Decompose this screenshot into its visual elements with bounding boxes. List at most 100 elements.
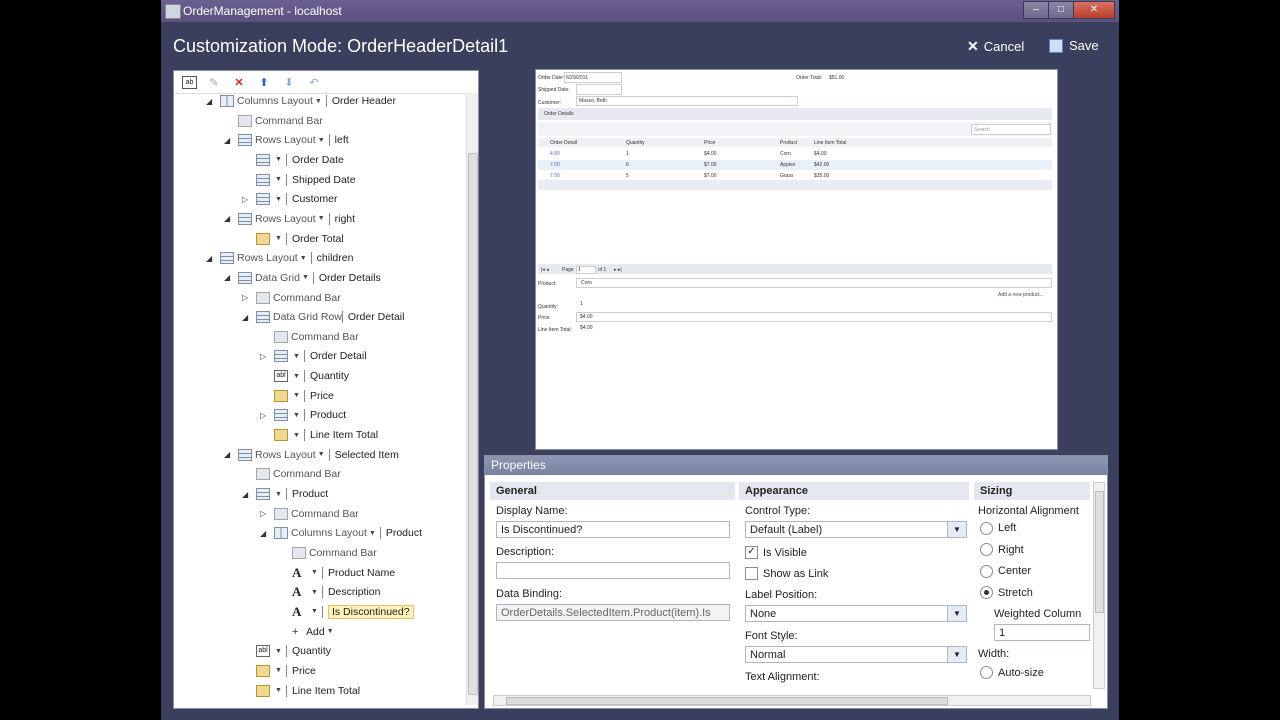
cancel-button[interactable]: ✕ Cancel [967, 38, 1024, 55]
chevron-down-icon[interactable]: ▼ [293, 412, 300, 419]
chevron-down-icon[interactable]: ▼ [318, 215, 325, 222]
expand-icon[interactable]: ▷ [260, 352, 270, 361]
tree-node[interactable]: Command Bar [224, 112, 323, 130]
tree-node[interactable]: ▼ Price [242, 662, 316, 680]
chevron-down-icon[interactable]: ▼ [311, 608, 318, 615]
data-binding-field[interactable]: OrderDetails.SelectedItem.Product(item).… [496, 604, 730, 621]
label-position-select[interactable]: None ▼ [745, 605, 967, 622]
tree-node[interactable]: ▷ ▼ Customer [242, 190, 337, 208]
description-field[interactable] [496, 562, 730, 579]
tree-scrollbar[interactable] [466, 93, 478, 705]
tree-node[interactable]: A ▼ Description [278, 583, 380, 601]
chevron-down-icon[interactable]: ▼ [275, 176, 282, 183]
expand-icon[interactable]: ▷ [242, 195, 252, 204]
display-name-field[interactable]: Is Discontinued? [496, 521, 730, 538]
chevron-down-icon[interactable]: ▼ [293, 432, 300, 439]
properties-hscroll[interactable] [493, 695, 1091, 706]
separator [325, 95, 327, 107]
save-button[interactable]: Save [1049, 38, 1099, 53]
tree-node[interactable]: Command Bar [278, 544, 377, 562]
align-center-radio[interactable] [980, 565, 993, 578]
chevron-down-icon[interactable]: ▼ [300, 255, 307, 262]
chevron-down-icon[interactable]: ▼ [311, 589, 318, 596]
tree-node[interactable]: A ▼ Is Discontinued? [278, 603, 414, 621]
move-down-icon[interactable]: ⬇ [281, 75, 297, 89]
collapse-icon[interactable]: ◢ [224, 136, 234, 145]
chevron-down-icon[interactable]: ▼ [275, 667, 282, 674]
tree-node[interactable]: ▷ ▼ Order Detail [260, 347, 367, 365]
expand-icon[interactable]: ▷ [242, 293, 252, 302]
control-type-select[interactable]: Default (Label) ▼ [745, 521, 967, 538]
chevron-down-icon[interactable]: ▼ [293, 373, 300, 380]
tree-node[interactable]: Command Bar [242, 465, 341, 483]
chevron-down-icon[interactable]: ▼ [311, 569, 318, 576]
tree-node[interactable]: ▼ Shipped Date [242, 171, 356, 189]
undo-icon[interactable]: ↶ [306, 75, 322, 89]
tree-node[interactable]: ▼ Price [260, 387, 334, 405]
tree-node[interactable]: ◢ Rows Layout ▼ children [206, 249, 353, 267]
auto-size-radio[interactable] [980, 666, 993, 679]
edit-icon[interactable]: ✎ [206, 75, 222, 89]
collapse-icon[interactable]: ◢ [242, 490, 252, 499]
is-visible-checkbox[interactable]: ✓ [745, 546, 758, 559]
font-style-select[interactable]: Normal ▼ [745, 646, 967, 663]
tree-node[interactable]: ▷ Command Bar [242, 289, 341, 307]
collapse-icon[interactable]: ◢ [224, 214, 234, 223]
tree-node[interactable]: ◢ Data Grid Row Order Detail [242, 308, 404, 326]
add-icon[interactable]: ab [182, 75, 197, 89]
tree-node[interactable]: abl ▼ Quantity [242, 642, 331, 660]
chevron-down-icon[interactable]: ▼ [327, 628, 334, 635]
properties-vscroll[interactable] [1093, 482, 1105, 689]
chevron-down-icon[interactable]: ▼ [293, 353, 300, 360]
tree-node[interactable]: ▼ Order Date [242, 151, 344, 169]
tree-node[interactable]: ▷ ▼ Product [260, 406, 346, 424]
expand-icon[interactable]: ▷ [260, 509, 270, 518]
collapse-icon[interactable]: ◢ [224, 273, 234, 282]
tree-node[interactable]: ◢ Data Grid ▼ Order Details [224, 269, 381, 287]
tree-node[interactable]: Command Bar [260, 328, 359, 346]
chevron-down-icon[interactable]: ▼ [275, 235, 282, 242]
chevron-down-icon[interactable]: ▼ [302, 274, 309, 281]
tree-node[interactable]: ◢ Rows Layout ▼ Selected Item [224, 446, 399, 464]
expand-icon[interactable]: ▷ [260, 411, 270, 420]
align-right-radio[interactable] [980, 543, 993, 556]
align-left-radio[interactable] [980, 522, 993, 535]
move-up-icon[interactable]: ⬆ [256, 75, 272, 89]
chevron-down-icon[interactable]: ▼ [318, 137, 325, 144]
tree-node[interactable]: ◢ ▼ Product [242, 485, 328, 503]
preview-add-new-link[interactable]: Add a new product... [998, 292, 1044, 298]
tree-node[interactable]: ◢ Rows Layout ▼ left [224, 131, 349, 149]
tree-node[interactable]: ▼ Line Item Total [260, 426, 378, 444]
chevron-down-icon[interactable]: ▼ [275, 156, 282, 163]
collapse-icon[interactable]: ◢ [206, 254, 216, 263]
tree-node[interactable]: ▼ Order Total [242, 230, 344, 248]
minimize-button[interactable]: – [1023, 1, 1049, 19]
tree-node[interactable]: ▷ Command Bar [260, 505, 359, 523]
tree-node[interactable]: + Add ▼ [278, 623, 338, 641]
tree-toolbar: ab ✎ ✕ ⬆ ⬇ ↶ [174, 71, 478, 94]
collapse-icon[interactable]: ◢ [224, 450, 234, 459]
chevron-down-icon[interactable]: ▼ [315, 98, 322, 105]
tree-node[interactable]: A ▼ Product Name [278, 564, 395, 582]
chevron-down-icon[interactable]: ▼ [318, 451, 325, 458]
collapse-icon[interactable]: ◢ [206, 97, 216, 106]
show-as-link-checkbox[interactable] [745, 567, 758, 580]
tree-node[interactable]: ◢ Columns Layout ▼ Order Header [206, 93, 396, 110]
chevron-down-icon[interactable]: ▼ [275, 196, 282, 203]
tree-node[interactable]: ◢ Rows Layout ▼ right [224, 210, 355, 228]
collapse-icon[interactable]: ◢ [260, 529, 270, 538]
tree-node[interactable]: ▼ Line Item Total [242, 682, 360, 700]
maximize-button[interactable]: □ [1048, 1, 1074, 19]
chevron-down-icon[interactable]: ▼ [275, 687, 282, 694]
chevron-down-icon[interactable]: ▼ [275, 491, 282, 498]
weighted-column-field[interactable]: 1 [994, 624, 1090, 641]
tree-node[interactable]: abl ▼ Quantity [260, 367, 349, 385]
close-window-button[interactable]: ✕ [1073, 1, 1115, 19]
align-stretch-radio[interactable] [980, 586, 993, 599]
chevron-down-icon[interactable]: ▼ [293, 392, 300, 399]
delete-icon[interactable]: ✕ [231, 75, 247, 89]
chevron-down-icon[interactable]: ▼ [275, 648, 282, 655]
tree-node[interactable]: ◢ Columns Layout ▼ Product [260, 524, 422, 542]
chevron-down-icon[interactable]: ▼ [369, 530, 376, 537]
collapse-icon[interactable]: ◢ [242, 313, 252, 322]
